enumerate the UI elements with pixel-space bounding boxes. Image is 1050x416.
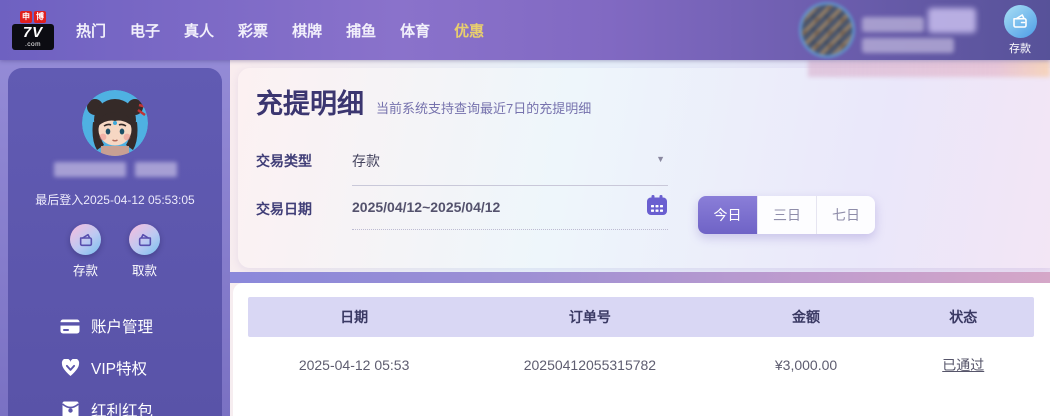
redacted-band — [808, 60, 1050, 77]
header-amount: 金额 — [720, 307, 893, 327]
red-packet-icon — [60, 400, 80, 416]
transactions-table: 日期 订单号 金额 状态 2025-04-12 05:53 2025041205… — [248, 297, 1034, 393]
withdraw-wallet-icon — [129, 224, 160, 255]
logo-suffix: .com — [14, 41, 52, 48]
user-info-redacted — [860, 4, 988, 56]
calendar-icon[interactable] — [646, 194, 668, 216]
transaction-type-row: 交易类型 存款 ▼ — [256, 146, 1050, 186]
logo-badges: 申 博 — [12, 11, 54, 23]
nav-item-cards[interactable]: 棋牌 — [292, 20, 322, 41]
top-nav: 申 博 7V .com 热门 电子 真人 彩票 棋牌 捕鱼 体育 优惠 — [0, 0, 1050, 60]
page-body: 最后登入2025-04-12 05:53:05 存款 — [0, 60, 1050, 416]
main-content: 充提明细 当前系统支持查询最近7日的充提明细 交易类型 存款 ▼ 交易日期 20… — [230, 60, 1050, 416]
transaction-date-label: 交易日期 — [256, 194, 352, 219]
cell-status-link[interactable]: 已通过 — [893, 355, 1034, 375]
logo-text: 7V — [14, 25, 52, 41]
sidebar-item-vip[interactable]: VIP特权 — [60, 347, 222, 389]
sidebar-item-label: VIP特权 — [91, 357, 147, 379]
range-7day-button[interactable]: 七日 — [816, 196, 875, 234]
sidebar-item-label: 账户管理 — [91, 315, 153, 337]
sidebar-menu: 账户管理 VIP特权 — [8, 305, 222, 416]
profile-avatar — [82, 90, 148, 156]
nav-item-hot[interactable]: 热门 — [76, 20, 106, 41]
user-avatar[interactable] — [802, 5, 852, 55]
nav-deposit-label: 存款 — [1009, 40, 1031, 56]
range-today-button[interactable]: 今日 — [698, 196, 757, 234]
page-title: 充提明细 — [256, 86, 364, 122]
wallet-icon — [1004, 5, 1037, 38]
balance-redacted — [862, 38, 954, 53]
sidebar-deposit-button[interactable]: 存款 — [70, 224, 101, 279]
date-range-input[interactable]: 2025/04/12~2025/04/12 — [352, 194, 668, 230]
sidebar-item-bonus[interactable]: 红利红包 — [60, 389, 222, 416]
nav-deposit-button[interactable]: 存款 — [996, 5, 1044, 56]
sidebar-deposit-label: 存款 — [73, 260, 98, 279]
title-row: 充提明细 当前系统支持查询最近7日的充提明细 — [256, 86, 1050, 122]
table-row: 2025-04-12 05:53 20250412055315782 ¥3,00… — [248, 337, 1034, 393]
sidebar-withdraw-button[interactable]: 取款 — [129, 224, 160, 279]
nav-item-sports[interactable]: 体育 — [400, 20, 430, 41]
nav-item-promos[interactable]: 优惠 — [454, 20, 484, 41]
quick-actions: 存款 取款 — [70, 224, 160, 279]
filter-panel: 充提明细 当前系统支持查询最近7日的充提明细 交易类型 存款 ▼ 交易日期 20… — [238, 68, 1050, 268]
cell-amount: ¥3,000.00 — [720, 357, 893, 373]
nav-item-live[interactable]: 真人 — [184, 20, 214, 41]
app-root: 申 博 7V .com 热门 电子 真人 彩票 棋牌 捕鱼 体育 优惠 — [0, 0, 1050, 416]
date-range-value: 2025/04/12~2025/04/12 — [352, 199, 500, 215]
header-status: 状态 — [893, 307, 1034, 327]
username-redacted — [862, 17, 924, 32]
nav-item-slots[interactable]: 电子 — [130, 20, 160, 41]
site-logo[interactable]: 申 博 7V .com — [12, 11, 54, 50]
logo-badge-left: 申 — [20, 11, 32, 23]
header-date: 日期 — [248, 307, 460, 327]
table-header-row: 日期 订单号 金额 状态 — [248, 297, 1034, 337]
sidebar-withdraw-label: 取款 — [132, 260, 157, 279]
profile-name-redacted — [54, 162, 177, 177]
vip-icon — [60, 358, 80, 378]
panel-divider — [230, 272, 1050, 283]
vip-badge-redacted — [928, 8, 976, 33]
header-order-no: 订单号 — [460, 307, 719, 327]
sidebar-item-label: 红利红包 — [91, 399, 153, 416]
card-icon — [60, 316, 80, 336]
main-menu: 热门 电子 真人 彩票 棋牌 捕鱼 体育 优惠 — [76, 20, 484, 41]
nav-item-lottery[interactable]: 彩票 — [238, 20, 268, 41]
sidebar-item-account[interactable]: 账户管理 — [60, 305, 222, 347]
transaction-type-select[interactable]: 存款 ▼ — [352, 146, 668, 186]
cell-order-no: 20250412055315782 — [460, 357, 719, 373]
nav-item-fishing[interactable]: 捕鱼 — [346, 20, 376, 41]
cell-date: 2025-04-12 05:53 — [248, 357, 460, 373]
transaction-type-label: 交易类型 — [256, 146, 352, 171]
last-login-text: 最后登入2025-04-12 05:53:05 — [35, 191, 194, 208]
logo-badge-right: 博 — [34, 11, 46, 23]
nav-user-area: 存款 — [802, 4, 1050, 56]
chevron-down-icon: ▼ — [656, 154, 665, 164]
results-panel: 日期 订单号 金额 状态 2025-04-12 05:53 2025041205… — [233, 283, 1050, 416]
transaction-date-row: 交易日期 2025/04/12~2025/04/12 — [256, 194, 1050, 234]
range-3day-button[interactable]: 三日 — [757, 196, 816, 234]
transaction-type-value: 存款 — [352, 153, 380, 169]
logo-box: 7V .com — [12, 24, 54, 50]
sidebar: 最后登入2025-04-12 05:53:05 存款 — [0, 60, 230, 416]
date-range-quick-buttons: 今日 三日 七日 — [698, 196, 875, 234]
profile-card: 最后登入2025-04-12 05:53:05 存款 — [8, 68, 222, 416]
deposit-wallet-icon — [70, 224, 101, 255]
page-subtitle: 当前系统支持查询最近7日的充提明细 — [376, 98, 591, 122]
